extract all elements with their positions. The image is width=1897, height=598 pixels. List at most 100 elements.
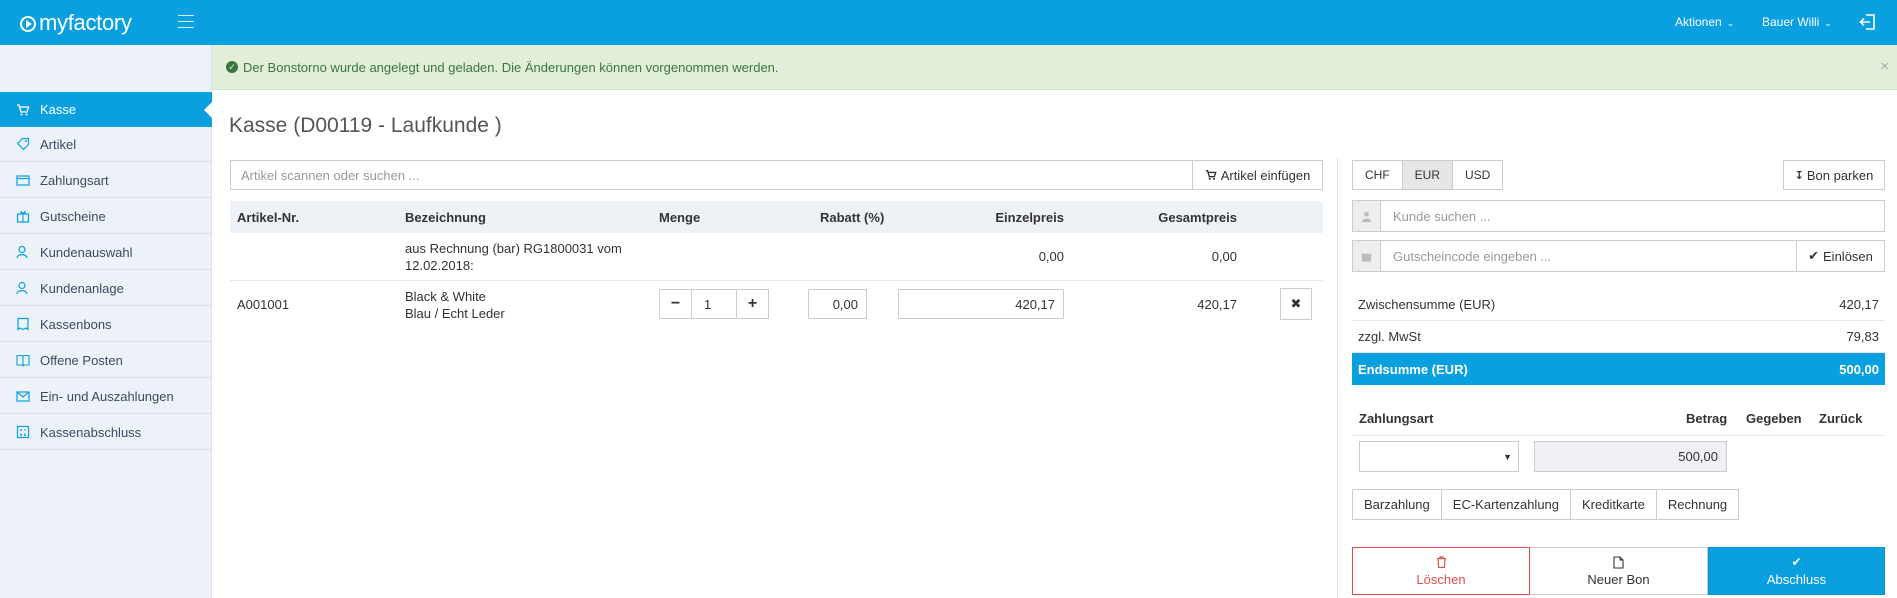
sidebar-item-label: Offene Posten (40, 352, 123, 368)
actions-menu[interactable]: Aktionen ⌄ (1675, 15, 1734, 29)
menu-toggle-icon[interactable] (178, 15, 194, 29)
currency-chf-button[interactable]: CHF (1353, 161, 1403, 189)
sidebar-item-label: Kassenabschluss (40, 424, 142, 440)
caret-down-icon: ▼ (1503, 452, 1512, 462)
success-alert: ✓ Der Bonstorno wurde angelegt und gelad… (212, 45, 1897, 90)
logout-icon[interactable] (1858, 12, 1878, 32)
row-description-line2: Blau / Echt Leder (405, 306, 505, 321)
user-search-icon (16, 245, 30, 259)
alert-message: Der Bonstorno wurde angelegt und geladen… (243, 59, 779, 75)
user-menu-label: Bauer Willi (1762, 15, 1820, 29)
user-menu[interactable]: Bauer Willi ⌄ (1762, 15, 1832, 29)
minus-icon[interactable]: − (660, 290, 692, 318)
gift-icon (16, 209, 30, 223)
sidebar-item-label: Kasse (40, 102, 77, 117)
currency-usd-button[interactable]: USD (1453, 161, 1503, 189)
add-article-button[interactable]: Artikel einfügen (1192, 161, 1322, 189)
sidebar-item-zahlungsart[interactable]: Zahlungsart (0, 163, 212, 198)
remove-row-button[interactable]: ✖ (1280, 288, 1312, 320)
sidebar-item-artikel[interactable]: Artikel (0, 127, 212, 162)
row-article-no: A001001 (237, 297, 290, 312)
finish-label: Abschluss (1766, 572, 1827, 587)
customer-search-input[interactable] (1393, 201, 1873, 231)
total-label: Endsumme (EUR) (1358, 361, 1468, 377)
quantity-value[interactable]: 1 (692, 290, 736, 318)
check-circle-icon: ✓ (226, 61, 238, 73)
unit-price-value: 420,17 (1015, 296, 1055, 312)
row-description-line2: 12.02.2018: (405, 258, 474, 273)
column-header-quantity: Menge (659, 210, 701, 225)
close-icon[interactable]: × (1880, 58, 1889, 75)
new-receipt-label: Neuer Bon (1587, 572, 1650, 587)
delete-button[interactable]: Löschen (1352, 547, 1530, 595)
row-total-price: 0,00 (1211, 249, 1237, 264)
envelope-icon (16, 389, 30, 403)
sidebar-item-kassenabschluss[interactable]: Kassenabschluss (0, 415, 212, 450)
article-search-input[interactable] (231, 161, 1193, 189)
redeem-voucher-button[interactable]: ✔ Einlösen (1796, 241, 1884, 271)
payment-header: Zahlungsart Betrag Gegeben Zurück (1352, 408, 1885, 436)
new-receipt-button[interactable]: Neuer Bon (1530, 547, 1708, 595)
discount-input[interactable]: 0,00 (808, 289, 867, 319)
logo[interactable]: myfactory (20, 10, 132, 36)
finish-button[interactable]: ✔ Abschluss (1708, 547, 1885, 595)
add-article-label: Artikel einfügen (1220, 167, 1311, 183)
sidebar-item-gutscheine[interactable]: Gutscheine (0, 199, 212, 234)
payment-given-header: Gegeben (1746, 411, 1802, 426)
sidebar-item-ein-auszahlungen[interactable]: Ein- und Auszahlungen (0, 379, 212, 414)
top-bar: myfactory Aktionen ⌄ Bauer Willi ⌄ (0, 0, 1897, 45)
column-header-discount: Rabatt (%) (820, 210, 885, 225)
unit-price-input[interactable]: 420,17 (898, 289, 1064, 319)
currency-selector: CHF EUR USD (1352, 160, 1504, 190)
gift-icon (1353, 241, 1381, 271)
calculator-icon (16, 425, 30, 439)
sidebar-item-label: Artikel (40, 136, 77, 152)
invoice-payment-button[interactable]: Rechnung (1656, 490, 1739, 519)
row-unit-price: 0,00 (1038, 249, 1064, 264)
payment-amount-header: Betrag (1686, 411, 1728, 426)
currency-eur-button[interactable]: EUR (1402, 161, 1454, 189)
sidebar-item-kundenanlage[interactable]: Kundenanlage (0, 271, 212, 306)
sidebar-item-kassenbons[interactable]: Kassenbons (0, 307, 212, 342)
vat-value: 79,83 (1846, 329, 1879, 344)
voucher-group: ✔ Einlösen (1352, 240, 1885, 272)
discount-value: 0,00 (832, 296, 858, 312)
delete-label: Löschen (1416, 572, 1466, 587)
row-description-line1: Black & White (405, 289, 486, 304)
sidebar-item-kasse[interactable]: Kasse (0, 92, 213, 127)
total-row: Endsumme (EUR) 500,00 (1352, 353, 1885, 385)
park-receipt-button[interactable]: ↧ Bon parken (1783, 160, 1885, 190)
payment-method-select[interactable]: ▼ (1359, 441, 1519, 472)
cart-icon (1205, 169, 1217, 181)
row-total-price: 420,17 (1197, 297, 1237, 312)
payment-amount-value: 500,00 (1678, 449, 1718, 464)
column-header-article-no: Artikel-Nr. (237, 210, 300, 225)
voucher-code-input[interactable] (1393, 241, 1783, 271)
wallet-icon (16, 173, 30, 187)
sidebar-item-kundenauswahl[interactable]: Kundenauswahl (0, 235, 212, 270)
subtotal-value: 420,17 (1839, 297, 1879, 312)
payment-amount-field[interactable]: 500,00 (1534, 441, 1727, 472)
check-icon: ✔ (1808, 248, 1820, 263)
sidebar-item-label: Ein- und Auszahlungen (40, 388, 174, 404)
credit-card-payment-button[interactable]: Kreditkarte (1571, 490, 1657, 519)
vat-label: zzgl. MwSt (1358, 329, 1421, 344)
user-icon (1353, 201, 1381, 231)
table-row: A001001 Black & White Blau / Echt Leder … (230, 281, 1323, 328)
ec-card-payment-button[interactable]: EC-Kartenzahlung (1441, 490, 1572, 519)
sidebar-item-label: Kundenauswahl (40, 244, 133, 260)
chevron-down-icon: ⌄ (1726, 18, 1735, 28)
page-title: Kasse (D00119 - Laufkunde ) (229, 114, 502, 137)
subtotal-row: Zwischensumme (EUR) 420,17 (1352, 289, 1885, 321)
logo-play-icon (20, 16, 36, 32)
total-value: 500,00 (1839, 361, 1879, 377)
check-icon: ✔ (1791, 555, 1802, 569)
close-icon: ✖ (1290, 296, 1302, 311)
plus-icon[interactable]: + (736, 290, 768, 318)
park-receipt-label: Bon parken (1806, 167, 1874, 183)
actions-menu-label: Aktionen (1675, 15, 1722, 29)
receipt-icon (16, 317, 30, 331)
sidebar-item-offene-posten[interactable]: Offene Posten (0, 343, 212, 378)
cash-payment-button[interactable]: Barzahlung (1353, 490, 1442, 519)
article-search-group: Artikel einfügen (230, 160, 1323, 190)
